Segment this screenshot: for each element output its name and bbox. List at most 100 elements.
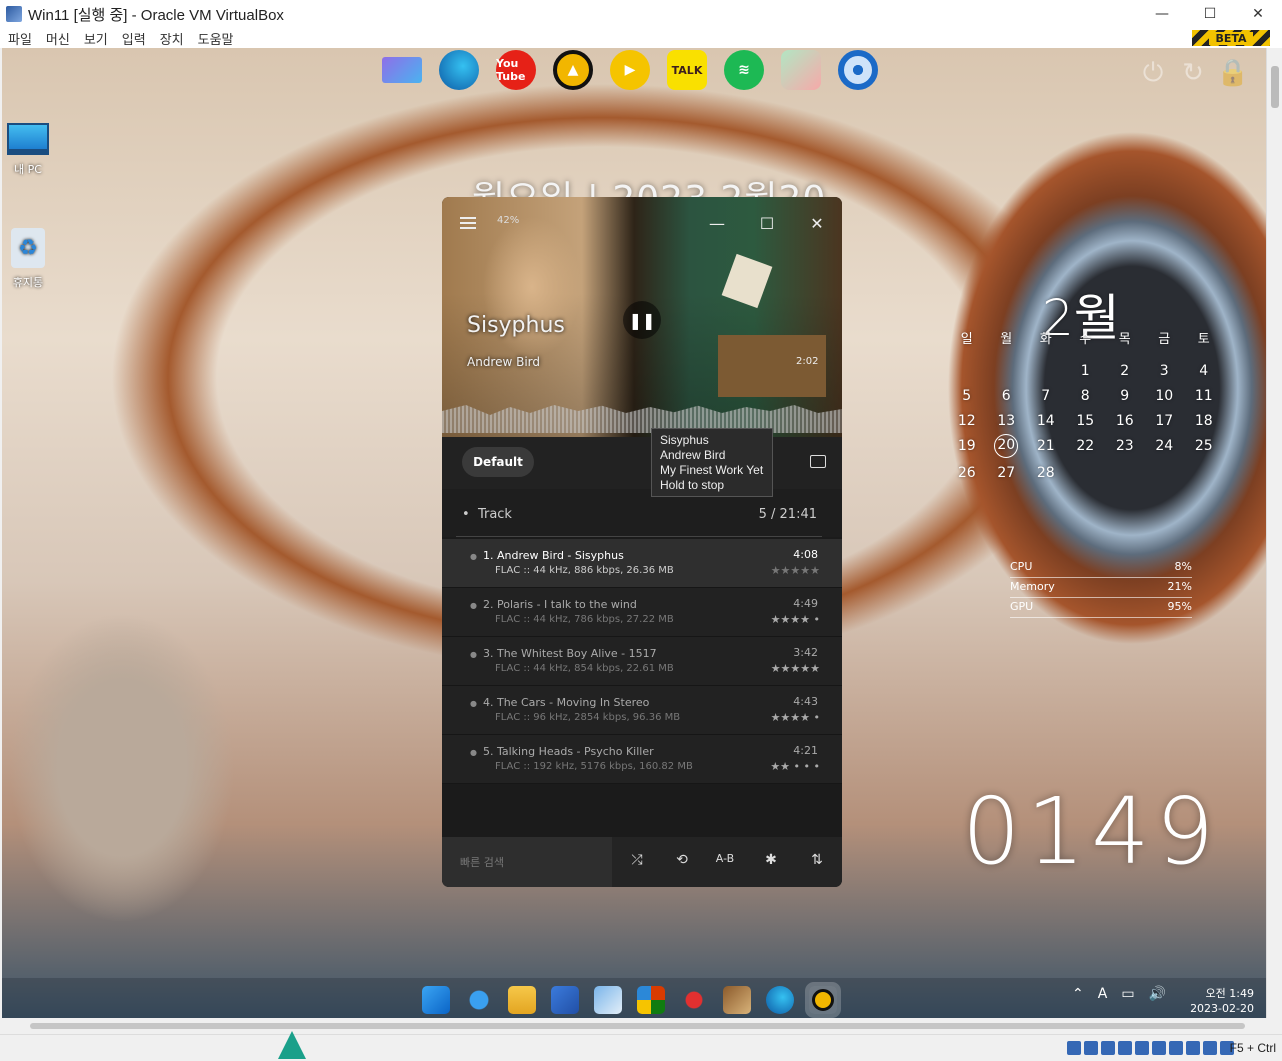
vertical-scrollbar[interactable] — [1266, 48, 1282, 1018]
edge-icon[interactable] — [439, 50, 479, 90]
taskbar-clock[interactable]: 오전 1:49 2023-02-20 — [1190, 986, 1254, 1016]
recording-icon[interactable] — [1186, 1041, 1200, 1055]
kakaotalk-icon[interactable]: TALK — [667, 50, 707, 90]
hamburger-menu-icon[interactable] — [460, 217, 476, 229]
desktop-icon-my-pc[interactable]: 내 PC — [2, 123, 58, 177]
volume-level[interactable]: 42% — [497, 215, 519, 226]
track-rating[interactable]: ★★ • • • — [770, 760, 820, 773]
calendar-day[interactable]: 21 — [1026, 436, 1066, 456]
pause-button[interactable]: ❚❚ — [623, 301, 661, 339]
audio-icon[interactable] — [1101, 1041, 1115, 1055]
player-close-button[interactable]: ✕ — [805, 211, 829, 235]
calendar-day[interactable] — [947, 361, 987, 381]
list-item[interactable]: ● 4. The Cars - Moving In Stereo FLAC ::… — [442, 686, 842, 735]
restart-icon[interactable]: ↻ — [1178, 58, 1208, 88]
calendar-day[interactable]: 3 — [1145, 361, 1185, 381]
store-icon[interactable] — [551, 986, 579, 1014]
photos-icon[interactable] — [781, 50, 821, 90]
calendar-day[interactable]: 19 — [947, 436, 987, 456]
track-rating[interactable]: ★★★★ • — [771, 711, 820, 724]
usb-icon[interactable] — [1135, 1041, 1149, 1055]
hdd-icon[interactable] — [1067, 1041, 1081, 1055]
cpu-icon[interactable] — [1203, 1041, 1217, 1055]
calendar-day[interactable]: 14 — [1026, 411, 1066, 431]
list-item[interactable]: ● 3. The Whitest Boy Alive - 1517 FLAC :… — [442, 637, 842, 686]
edge-icon[interactable] — [766, 986, 794, 1014]
menu-help[interactable]: 도움말 — [198, 29, 234, 48]
calendar-day[interactable]: 1 — [1066, 361, 1106, 381]
menu-view[interactable]: 보기 — [84, 29, 108, 48]
calendar-day[interactable]: 25 — [1184, 436, 1224, 456]
monitor-icon[interactable] — [382, 57, 422, 83]
sort-icon[interactable]: ⇅ — [805, 852, 829, 872]
player-maximize-button[interactable]: ☐ — [755, 211, 779, 235]
settings-icon[interactable] — [838, 50, 878, 90]
menu-file[interactable]: 파일 — [8, 29, 32, 48]
scroll-thumb[interactable] — [1271, 66, 1279, 108]
list-item[interactable]: ● 2. Polaris - I talk to the wind FLAC :… — [442, 588, 842, 637]
list-item[interactable]: ● 1. Andrew Bird - Sisyphus FLAC :: 44 k… — [442, 539, 842, 588]
calendar-day[interactable]: 17 — [1145, 411, 1185, 431]
optical-icon[interactable] — [1084, 1041, 1098, 1055]
volume-icon[interactable]: 🔊 — [1149, 986, 1166, 1002]
calendar-day[interactable]: 28 — [1026, 463, 1066, 483]
aimp-icon[interactable]: ▲ — [553, 50, 593, 90]
track-rating[interactable]: ★★★★ • — [771, 613, 820, 626]
calendar-day[interactable]: 13 — [987, 411, 1027, 431]
shuffle-icon[interactable]: ⤮ — [625, 852, 649, 872]
horizontal-scrollbar[interactable] — [0, 1018, 1266, 1034]
minimize-button[interactable]: — — [1138, 0, 1186, 28]
calendar-day[interactable]: 16 — [1105, 411, 1145, 431]
preset-button[interactable]: Default — [462, 447, 534, 477]
spotify-icon[interactable]: ≋ — [724, 50, 764, 90]
track-rating[interactable]: ★★★★★ — [771, 662, 820, 675]
list-item[interactable]: ● 5. Talking Heads - Psycho Killer FLAC … — [442, 735, 842, 784]
calendar-day[interactable]: 27 — [987, 463, 1027, 483]
calendar-day[interactable] — [987, 361, 1027, 381]
shared-folder-icon[interactable] — [1152, 1041, 1166, 1055]
ime-indicator[interactable]: A — [1098, 986, 1108, 1002]
aimp-icon[interactable] — [805, 982, 841, 1018]
display-icon[interactable] — [1169, 1041, 1183, 1055]
chevron-up-icon[interactable]: ⌃ — [1072, 986, 1084, 1002]
network-icon[interactable] — [1118, 1041, 1132, 1055]
menu-input[interactable]: 입력 — [122, 29, 146, 48]
calendar-day[interactable]: 18 — [1184, 411, 1224, 431]
calendar-day[interactable]: 6 — [987, 386, 1027, 406]
calendar-day[interactable]: 5 — [947, 386, 987, 406]
calendar-day[interactable]: 24 — [1145, 436, 1185, 456]
calendar-today[interactable]: 20 — [994, 434, 1019, 458]
control-panel-icon[interactable] — [594, 986, 622, 1014]
favorite-icon[interactable]: ✱ — [759, 852, 783, 872]
calendar-day[interactable]: 4 — [1184, 361, 1224, 381]
network-icon[interactable]: ▭ — [1121, 986, 1134, 1002]
calendar-day[interactable]: 9 — [1105, 386, 1145, 406]
winrar-icon[interactable] — [723, 986, 751, 1014]
ab-repeat-button[interactable]: A-B — [713, 852, 737, 872]
player-icon[interactable]: ▶ — [610, 50, 650, 90]
calendar-day[interactable]: 11 — [1184, 386, 1224, 406]
quick-search-input[interactable]: 빠른 검색 — [442, 837, 612, 887]
repeat-icon[interactable]: ⟲ — [670, 852, 694, 872]
player-minimize-button[interactable]: — — [705, 211, 729, 235]
calendar-day[interactable]: 15 — [1066, 411, 1106, 431]
calendar-day[interactable]: 2 — [1105, 361, 1145, 381]
calendar-day[interactable]: 22 — [1066, 436, 1106, 456]
file-explorer-icon[interactable] — [508, 986, 536, 1014]
search-icon[interactable] — [465, 986, 493, 1014]
ccleaner-icon[interactable] — [680, 986, 708, 1014]
calendar-day[interactable]: 7 — [1026, 386, 1066, 406]
scroll-thumb[interactable] — [30, 1023, 1245, 1029]
calendar-day[interactable]: 12 — [947, 411, 987, 431]
calendar-day[interactable]: 10 — [1145, 386, 1185, 406]
calendar-day[interactable] — [1026, 361, 1066, 381]
menu-devices[interactable]: 장치 — [160, 29, 184, 48]
maximize-button[interactable]: ☐ — [1186, 0, 1234, 28]
close-button[interactable]: ✕ — [1234, 0, 1282, 28]
youtube-icon[interactable]: You Tube — [496, 50, 536, 90]
lock-icon[interactable]: 🔒 — [1217, 58, 1249, 88]
office-icon[interactable] — [637, 986, 665, 1014]
calendar-day[interactable]: 8 — [1066, 386, 1106, 406]
calendar-day[interactable]: 23 — [1105, 436, 1145, 456]
desktop-icon-recycle-bin[interactable]: ♻ 휴지통 — [2, 228, 58, 290]
